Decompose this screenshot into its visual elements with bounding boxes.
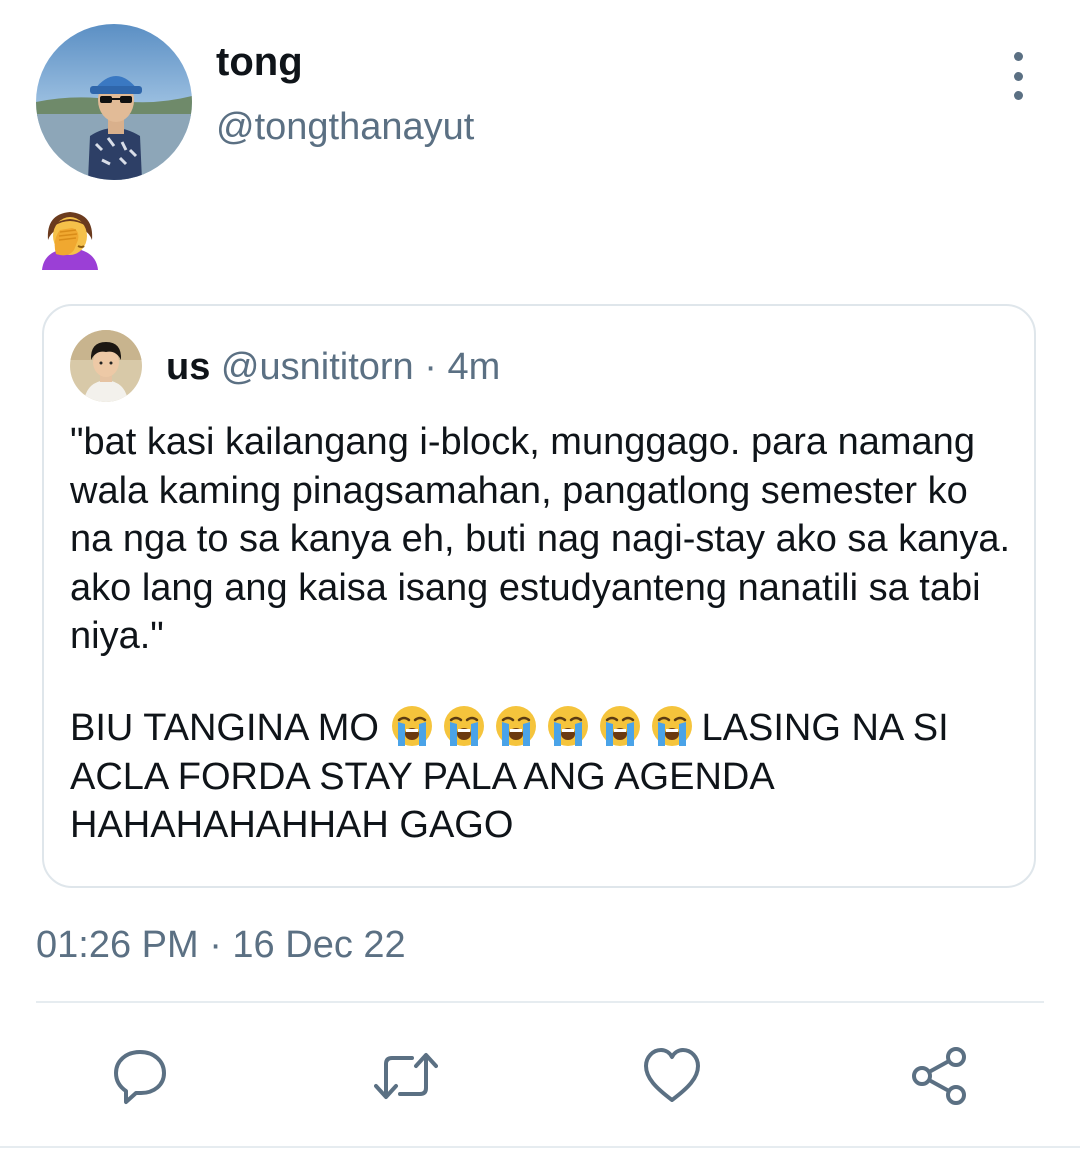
like-icon[interactable] — [642, 1046, 702, 1106]
more-options-icon[interactable] — [996, 52, 1040, 100]
quoted-tweet-header: us @usnititorn · 4m — [166, 344, 500, 390]
author-avatar-image — [36, 24, 192, 180]
bottom-divider — [0, 1146, 1080, 1148]
reply-icon[interactable] — [110, 1046, 170, 1106]
author-display-name[interactable]: tong — [216, 38, 303, 86]
quoted-author-avatar[interactable] — [70, 330, 142, 402]
quoted-tweet-age: · 4m — [424, 346, 501, 388]
divider — [36, 1001, 1044, 1003]
loudly-crying-face-icon — [495, 706, 536, 746]
author-avatar[interactable] — [36, 24, 192, 180]
tweet-timestamp[interactable]: 01:26 PM · 16 Dec 22 — [36, 922, 406, 968]
loudly-crying-face-icon — [547, 706, 588, 746]
crying-emoji-row — [390, 706, 702, 749]
more-dot — [1013, 91, 1023, 100]
quoted-author-display-name[interactable]: us — [166, 346, 210, 388]
loudly-crying-face-icon — [443, 706, 484, 746]
loudly-crying-face-icon — [391, 706, 432, 746]
retweet-icon[interactable] — [374, 1046, 438, 1106]
quoted-tweet-text-paragraph-2: BIU TANGINA MO LASING NA SI ACLA FORDA S… — [70, 704, 1020, 850]
quoted-tweet-card[interactable]: us @usnititorn · 4m "bat kasi kailangang… — [42, 304, 1036, 888]
loudly-crying-face-icon — [651, 706, 692, 746]
more-dot — [1013, 52, 1023, 61]
share-icon[interactable] — [910, 1046, 970, 1106]
woman-facepalming-emoji-icon — [38, 206, 102, 270]
quoted-author-avatar-image — [70, 330, 142, 402]
quoted-author-handle[interactable]: @usnititorn — [221, 346, 414, 388]
quoted-tweet-text-paragraph-1: "bat kasi kailangang i-block, munggago. … — [70, 421, 1021, 657]
quoted-tweet-text-prefix: BIU TANGINA MO — [70, 707, 379, 749]
more-dot — [1013, 71, 1023, 81]
author-handle[interactable]: @tongthanayut — [216, 104, 474, 150]
loudly-crying-face-icon — [599, 706, 640, 746]
